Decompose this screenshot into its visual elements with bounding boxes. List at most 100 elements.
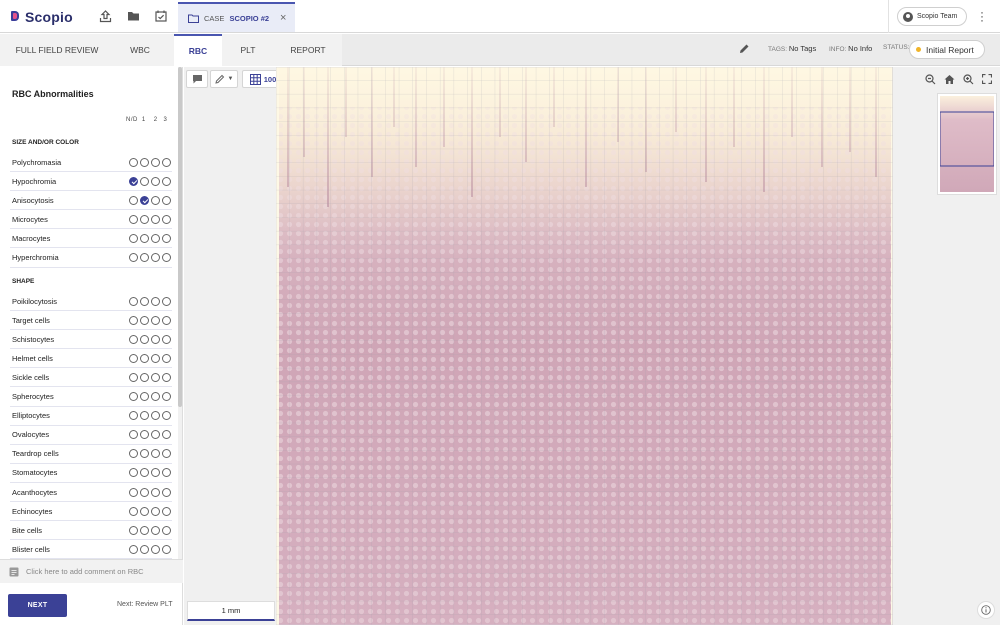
info-meta[interactable]: INFO: No Info — [829, 44, 872, 53]
grade-radio-2[interactable] — [151, 544, 160, 554]
scopio-logo[interactable]: Scopio — [11, 7, 73, 27]
navigator-thumbnail[interactable] — [937, 93, 997, 195]
grade-radio-3[interactable] — [162, 176, 171, 186]
grade-radio-2[interactable] — [151, 253, 160, 262]
grade-radio-2[interactable] — [151, 411, 160, 421]
tab-report[interactable]: REPORT — [274, 34, 342, 66]
zoom-in-icon[interactable] — [962, 73, 974, 85]
grade-radio-3[interactable] — [162, 544, 171, 554]
grade-radio-nd[interactable] — [129, 430, 138, 440]
grade-radio-1[interactable] — [140, 372, 149, 382]
grade-radio-3[interactable] — [162, 157, 171, 167]
grade-radio-3[interactable] — [162, 195, 171, 205]
grade-radio-1[interactable] — [140, 195, 149, 205]
grade-radio-3[interactable] — [162, 253, 171, 262]
grade-radio-1[interactable] — [140, 176, 149, 186]
grade-radio-1[interactable] — [140, 233, 149, 243]
folder-icon[interactable] — [126, 9, 140, 23]
grade-radio-1[interactable] — [140, 315, 149, 325]
grade-radio-nd[interactable] — [129, 468, 138, 478]
grade-radio-2[interactable] — [151, 487, 160, 497]
case-tab[interactable]: CASE SCOPIO #2 × — [178, 2, 295, 32]
grade-radio-1[interactable] — [140, 334, 149, 344]
grade-radio-3[interactable] — [162, 353, 171, 363]
tab-rbc[interactable]: RBC — [174, 34, 222, 66]
grade-radio-3[interactable] — [162, 525, 171, 535]
grade-radio-2[interactable] — [151, 353, 160, 363]
scrollbar-thumb[interactable] — [178, 67, 182, 407]
grade-radio-2[interactable] — [151, 392, 160, 401]
grade-radio-1[interactable] — [140, 544, 149, 554]
grade-radio-nd[interactable] — [129, 334, 138, 344]
grade-radio-nd[interactable] — [129, 392, 138, 401]
zoom-out-icon[interactable] — [924, 73, 936, 85]
status-dropdown[interactable]: Initial Report — [909, 40, 985, 59]
tab-plt[interactable]: PLT — [222, 34, 274, 66]
grade-radio-nd[interactable] — [129, 411, 138, 421]
upload-icon[interactable] — [98, 9, 112, 23]
grade-radio-2[interactable] — [151, 468, 160, 478]
slide-viewer[interactable]: ▼ 100X ▼ ▼ — [184, 67, 1000, 625]
grade-radio-nd[interactable] — [129, 296, 138, 306]
grade-radio-2[interactable] — [151, 372, 160, 382]
tab-full-field-review[interactable]: FULL FIELD REVIEW — [8, 34, 106, 66]
grade-radio-2[interactable] — [151, 195, 160, 205]
grade-radio-nd[interactable] — [129, 353, 138, 363]
grade-radio-nd[interactable] — [129, 176, 138, 186]
grade-radio-1[interactable] — [140, 525, 149, 535]
user-menu-button[interactable]: Scopio Team — [897, 7, 967, 26]
fullscreen-icon[interactable] — [981, 73, 993, 85]
grade-radio-nd[interactable] — [129, 525, 138, 535]
grade-radio-1[interactable] — [140, 157, 149, 167]
comment-field[interactable]: Click here to add comment on RBC — [0, 559, 183, 583]
grade-radio-3[interactable] — [162, 214, 171, 224]
grade-radio-1[interactable] — [140, 506, 149, 516]
grade-radio-3[interactable] — [162, 233, 171, 243]
grade-radio-1[interactable] — [140, 392, 149, 401]
tags-meta[interactable]: TAGS: No Tags — [768, 44, 816, 53]
grade-radio-3[interactable] — [162, 449, 171, 459]
grade-radio-2[interactable] — [151, 176, 160, 186]
grade-radio-2[interactable] — [151, 506, 160, 516]
grade-radio-nd[interactable] — [129, 449, 138, 459]
grade-radio-3[interactable] — [162, 372, 171, 382]
grade-radio-3[interactable] — [162, 334, 171, 344]
grade-radio-nd[interactable] — [129, 315, 138, 325]
grade-radio-1[interactable] — [140, 214, 149, 224]
grade-radio-1[interactable] — [140, 411, 149, 421]
draw-tool-dropdown[interactable]: ▼ — [210, 70, 238, 88]
grade-radio-3[interactable] — [162, 430, 171, 440]
grade-radio-1[interactable] — [140, 296, 149, 306]
grade-radio-nd[interactable] — [129, 233, 138, 243]
grade-radio-nd[interactable] — [129, 157, 138, 167]
grade-radio-2[interactable] — [151, 525, 160, 535]
grade-radio-2[interactable] — [151, 157, 160, 167]
grade-radio-nd[interactable] — [129, 195, 138, 205]
grade-radio-nd[interactable] — [129, 372, 138, 382]
grade-radio-1[interactable] — [140, 449, 149, 459]
grade-radio-nd[interactable] — [129, 487, 138, 497]
blood-smear-image[interactable] — [276, 67, 893, 625]
grade-radio-1[interactable] — [140, 487, 149, 497]
close-case-icon[interactable]: × — [280, 12, 286, 24]
grade-radio-3[interactable] — [162, 392, 171, 401]
grade-radio-2[interactable] — [151, 315, 160, 325]
grade-radio-1[interactable] — [140, 353, 149, 363]
grade-radio-nd[interactable] — [129, 506, 138, 516]
grade-radio-1[interactable] — [140, 253, 149, 262]
grade-radio-3[interactable] — [162, 487, 171, 497]
calendar-icon[interactable] — [154, 9, 168, 23]
grade-radio-1[interactable] — [140, 468, 149, 478]
grade-radio-nd[interactable] — [129, 214, 138, 224]
grade-radio-3[interactable] — [162, 468, 171, 478]
grade-radio-nd[interactable] — [129, 544, 138, 554]
grade-radio-1[interactable] — [140, 430, 149, 440]
grade-radio-2[interactable] — [151, 449, 160, 459]
grade-radio-2[interactable] — [151, 430, 160, 440]
more-options-icon[interactable]: · · · — [980, 6, 984, 26]
grade-radio-3[interactable] — [162, 411, 171, 421]
home-icon[interactable] — [943, 73, 955, 85]
grade-radio-nd[interactable] — [129, 253, 138, 262]
grade-radio-2[interactable] — [151, 296, 160, 306]
edit-pencil-icon[interactable] — [739, 43, 750, 56]
